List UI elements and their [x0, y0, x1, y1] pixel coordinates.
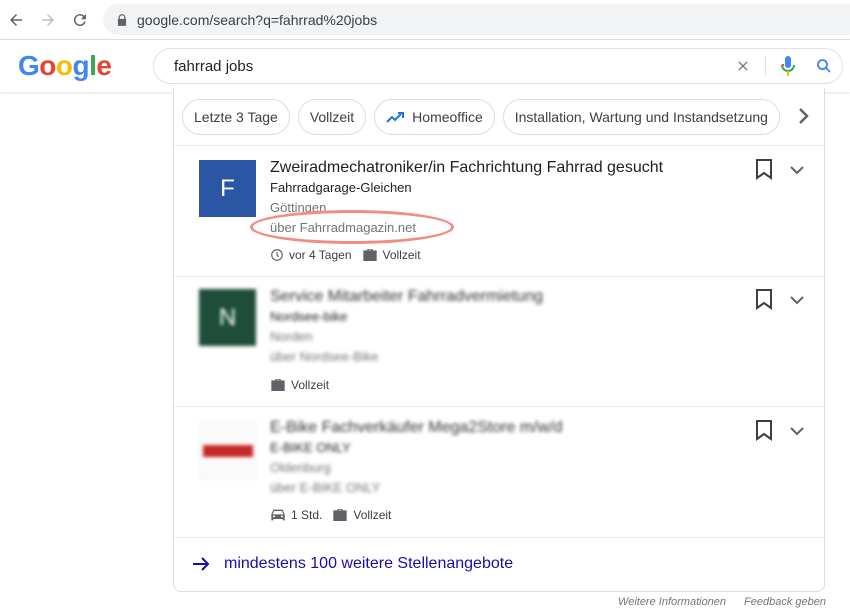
chevron-down-icon[interactable]	[787, 290, 807, 310]
job-meta: vor 4 Tagen Vollzeit	[270, 248, 431, 262]
job-commute: 1 Std.	[270, 508, 322, 522]
job-source: über E-BIKE ONLY	[270, 480, 381, 495]
chip-homeoffice[interactable]: Homeoffice	[374, 98, 495, 135]
company-logo: N	[199, 289, 256, 346]
chevron-down-icon[interactable]	[787, 160, 807, 180]
close-icon	[738, 61, 748, 71]
arrow-left-icon	[10, 14, 22, 26]
job-posted: vor 4 Tagen	[270, 248, 352, 262]
chevron-down-icon[interactable]	[787, 421, 807, 441]
job-type: Vollzeit	[270, 378, 329, 392]
search-icon	[817, 59, 831, 73]
clear-search-button[interactable]	[725, 49, 761, 83]
briefcase-icon	[271, 379, 285, 391]
reload-icon	[73, 14, 86, 27]
chips-next-button[interactable]	[784, 98, 824, 134]
company-logo	[199, 422, 256, 479]
job-title[interactable]: E-Bike Fachverkäufer Mega2Store m/w/d	[270, 419, 563, 437]
google-header: Google fahrrad jobs	[0, 40, 850, 92]
clock-icon	[271, 249, 283, 261]
job-title[interactable]: Zweiradmechatroniker/in Fachrichtung Fah…	[270, 159, 663, 177]
job-company: E-BIKE ONLY	[270, 440, 351, 455]
job-listing[interactable]: E-Bike Fachverkäufer Mega2Store m/w/d E-…	[174, 407, 824, 538]
search-button[interactable]	[806, 49, 842, 83]
job-location: Oldenburg	[270, 460, 331, 475]
job-listing[interactable]: N Service Mitarbeiter Fahrradvermietung …	[174, 277, 824, 407]
chip-label: Installation, Wartung und Instandsetzung	[514, 108, 768, 125]
feedback-link[interactable]: Feedback geben	[744, 596, 826, 608]
search-box[interactable]: fahrrad jobs	[153, 48, 843, 84]
job-type-label: Vollzeit	[353, 508, 392, 522]
search-input[interactable]: fahrrad jobs	[174, 58, 725, 75]
job-type: Vollzeit	[332, 508, 391, 522]
briefcase-icon	[362, 249, 377, 261]
job-type-label: Vollzeit	[382, 248, 421, 262]
footer-links: Weitere Informationen Feedback geben	[600, 596, 826, 608]
company-logo: F	[199, 160, 256, 217]
address-url: google.com/search?q=fahrrad%20jobs	[137, 11, 378, 28]
briefcase-icon	[333, 509, 348, 521]
google-logo[interactable]: Google	[18, 50, 112, 82]
back-button[interactable]	[4, 8, 28, 32]
microphone-icon	[781, 56, 795, 76]
voice-search-button[interactable]	[770, 49, 806, 83]
lock-icon	[117, 13, 127, 26]
chip-label: Homeoffice	[412, 108, 483, 125]
bookmark-icon[interactable]	[754, 419, 774, 441]
job-type-label: Vollzeit	[291, 378, 330, 392]
more-jobs-link[interactable]: mindestens 100 weitere Stellenangebote	[174, 538, 824, 590]
arrow-right-icon	[193, 557, 210, 571]
chevron-right-icon	[799, 108, 809, 124]
job-meta: Vollzeit	[270, 378, 339, 392]
company-logo-bar	[202, 444, 253, 457]
reload-button[interactable]	[68, 8, 92, 32]
job-posted-label: vor 4 Tagen	[289, 248, 352, 262]
chip-letzte-3-tage[interactable]: Letzte 3 Tage	[182, 98, 290, 135]
job-company: Fahrradgarage-Gleichen	[270, 180, 412, 195]
jobs-panel: Letzte 3 Tage Vollzeit Homeoffice Instal…	[173, 88, 825, 592]
job-meta: 1 Std. Vollzeit	[270, 508, 401, 522]
filter-chips: Letzte 3 Tage Vollzeit Homeoffice Instal…	[174, 88, 824, 146]
job-commute-label: 1 Std.	[291, 508, 323, 522]
browser-toolbar: google.com/search?q=fahrrad%20jobs	[0, 0, 850, 40]
address-bar[interactable]: google.com/search?q=fahrrad%20jobs	[103, 4, 850, 35]
job-company: Nordsee-bike	[270, 309, 348, 324]
chip-label: Letzte 3 Tage	[194, 108, 278, 125]
more-info-link[interactable]: Weitere Informationen	[618, 596, 726, 608]
more-jobs-label: mindestens 100 weitere Stellenangebote	[224, 555, 514, 572]
job-source: über Nordsee-Bike	[270, 349, 379, 364]
chip-installation[interactable]: Installation, Wartung und Instandsetzung	[502, 98, 780, 135]
job-title[interactable]: Service Mitarbeiter Fahrradvermietung	[270, 288, 543, 306]
chip-vollzeit[interactable]: Vollzeit	[297, 98, 367, 135]
job-location: Norden	[270, 329, 313, 344]
job-listing[interactable]: F Zweiradmechatroniker/in Fachrichtung F…	[174, 147, 824, 277]
bookmark-icon[interactable]	[754, 288, 774, 310]
highlight-ellipse	[250, 210, 454, 244]
chip-label: Vollzeit	[309, 108, 355, 125]
arrow-right-icon	[42, 14, 54, 26]
trending-up-icon	[386, 111, 405, 123]
car-icon	[271, 509, 285, 521]
job-type: Vollzeit	[362, 248, 421, 262]
forward-button[interactable]	[36, 8, 60, 32]
search-divider	[765, 56, 766, 76]
bookmark-icon[interactable]	[754, 158, 774, 180]
